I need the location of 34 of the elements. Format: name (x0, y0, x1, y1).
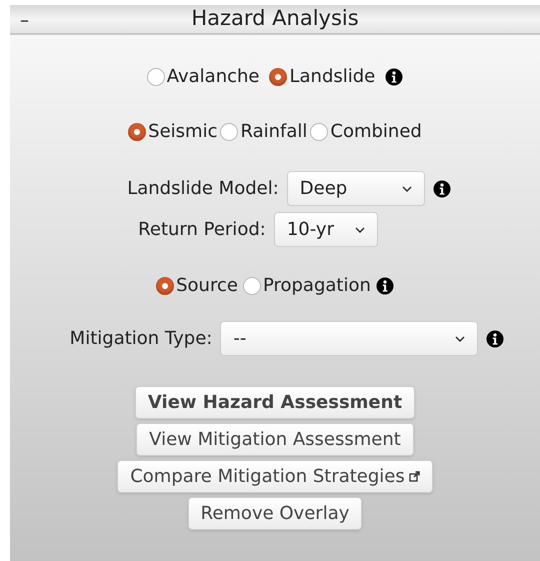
dropdown[interactable]: -- (220, 321, 478, 356)
action-button[interactable]: View Mitigation Assessment (136, 423, 414, 456)
radio-button[interactable] (242, 276, 261, 294)
external-link-icon (408, 471, 420, 482)
action-button[interactable]: Compare Mitigation Strategies (117, 460, 433, 493)
radio-button[interactable] (220, 122, 238, 140)
info-icon[interactable] (376, 276, 394, 294)
radio-label: Rainfall (240, 120, 308, 144)
action-button[interactable]: View Hazard Assessment (134, 386, 416, 419)
radio-button[interactable] (156, 276, 174, 294)
radio-button[interactable] (310, 122, 328, 140)
radio-label: Avalanche (166, 65, 260, 89)
radio-label: Landslide (289, 65, 376, 89)
chevron-icon (402, 186, 412, 192)
info-icon[interactable] (432, 180, 451, 198)
radio-label: Combined (330, 120, 422, 144)
field-label: Landslide Model: (127, 177, 279, 201)
radio-button[interactable] (128, 122, 146, 140)
info-icon[interactable] (385, 68, 404, 86)
radio-label: Source (176, 274, 238, 298)
field-label: Mitigation Type: (70, 327, 212, 351)
radio-label: Seismic (148, 120, 218, 144)
chevron-icon (455, 336, 466, 342)
dropdown[interactable]: Deep (286, 171, 425, 206)
radio-button[interactable] (269, 68, 288, 86)
info-icon[interactable] (486, 330, 504, 348)
field-label: Return Period: (138, 218, 266, 242)
dropdown[interactable]: 10-yr (274, 212, 378, 247)
chevron-icon (354, 226, 365, 232)
radio-button[interactable] (146, 68, 165, 86)
collapse-button[interactable]: – (20, 7, 29, 34)
action-button[interactable]: Remove Overlay (188, 497, 362, 530)
panel-title: Hazard Analysis (191, 5, 359, 32)
radio-label: Propagation (262, 274, 371, 298)
